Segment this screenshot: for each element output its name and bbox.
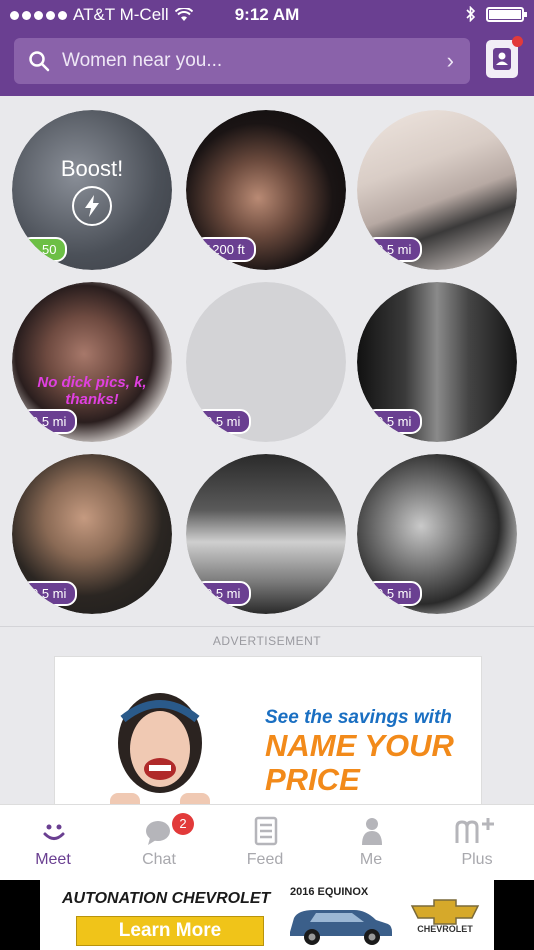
distance-badge: 0.5 mi (20, 409, 78, 434)
learn-more-button[interactable]: Learn More (76, 916, 264, 946)
tab-plus[interactable]: Plus (424, 805, 530, 881)
profile-grid: Boost! 50 1200 ft 0.5 mi No dick pics, k… (0, 96, 534, 626)
chat-icon (146, 821, 170, 845)
profile-tile[interactable]: No dick pics, k, thanks! 0.5 mi (12, 282, 172, 442)
ad-person-image (110, 693, 210, 805)
header-bar: Women near you... › (0, 30, 534, 96)
tab-me[interactable]: Me (318, 805, 424, 881)
boost-label: Boost! (60, 156, 124, 181)
banner-car-label: 2016 EQUINOX (290, 886, 369, 898)
tab-meet[interactable]: Meet (0, 805, 106, 881)
tab-bar: Meet 2 Chat Feed Me Plus (0, 804, 534, 881)
chevron-right-icon: › (446, 48, 454, 73)
boost-count-badge: 50 (20, 237, 68, 262)
tab-label: Plus (461, 851, 493, 868)
distance-badge: 0.5 mi (20, 581, 78, 606)
distance-badge: 0.5 mi (194, 581, 252, 606)
photo-caption: No dick pics, k, thanks! (37, 374, 147, 408)
tab-label: Meet (35, 851, 71, 868)
ad-tagline: See the savings with (265, 707, 452, 728)
ad-banner[interactable]: See the savings with NAME YOUR PRICE (54, 656, 482, 806)
brand-name: CHEVROLET (417, 924, 473, 934)
tab-label: Chat (142, 851, 176, 868)
m-plus-icon (455, 818, 494, 843)
tab-label: Feed (246, 851, 284, 868)
search-bar[interactable]: Women near you... › (14, 38, 470, 84)
distance-badge: 0.5 mi (365, 409, 423, 434)
notification-dot (512, 36, 523, 47)
profile-tile[interactable]: 0.5 mi (186, 282, 346, 442)
smile-icon (43, 824, 65, 840)
distance-badge: 1200 ft (194, 237, 256, 262)
lightning-icon (72, 186, 112, 226)
profile-button[interactable] (486, 36, 523, 78)
profile-tile[interactable]: 0.5 mi (357, 110, 517, 270)
battery-icon (486, 6, 527, 22)
profile-card-icon (493, 48, 511, 70)
boost-tile[interactable]: Boost! 50 (12, 110, 172, 270)
person-icon (362, 818, 382, 845)
distance-badge: 0.5 mi (194, 409, 252, 434)
bluetooth-icon (466, 6, 476, 22)
chat-unread-badge: 2 (172, 813, 194, 835)
profile-tile[interactable]: 0.5 mi (12, 454, 172, 614)
ad-label: ADVERTISEMENT (212, 634, 322, 648)
distance-badge: 0.5 mi (365, 237, 423, 262)
status-bar: AT&T M-Cell 9:12 AM (0, 0, 534, 30)
search-icon (29, 51, 50, 72)
feed-icon (254, 816, 278, 846)
ad-headline-1: NAME YOUR (265, 728, 454, 763)
tab-chat[interactable]: 2 Chat (106, 805, 212, 881)
car-image (290, 910, 392, 945)
profile-tile[interactable]: 0.5 mi (357, 282, 517, 442)
profile-tile[interactable]: 0.5 mi (186, 454, 346, 614)
ad-divider (0, 626, 534, 627)
banner-title: AUTONATION CHEVROLET (62, 890, 271, 907)
coin-icon (31, 247, 38, 255)
clock: 9:12 AM (234, 5, 300, 24)
tab-label: Me (359, 851, 383, 868)
distance-badge: 0.5 mi (365, 581, 423, 606)
ad-headline-2: PRICE (265, 762, 360, 797)
boost-count: 50 (42, 242, 57, 257)
banner-content[interactable]: AUTONATION CHEVROLET Learn More 2016 EQU… (40, 880, 494, 950)
profile-tile[interactable]: 0.5 mi (357, 454, 517, 614)
tab-feed[interactable]: Feed (212, 805, 318, 881)
search-placeholder: Women near you... (62, 50, 223, 71)
profile-tile[interactable]: 1200 ft (186, 110, 346, 270)
bottom-banner-ad: AUTONATION CHEVROLET Learn More 2016 EQU… (0, 880, 534, 950)
